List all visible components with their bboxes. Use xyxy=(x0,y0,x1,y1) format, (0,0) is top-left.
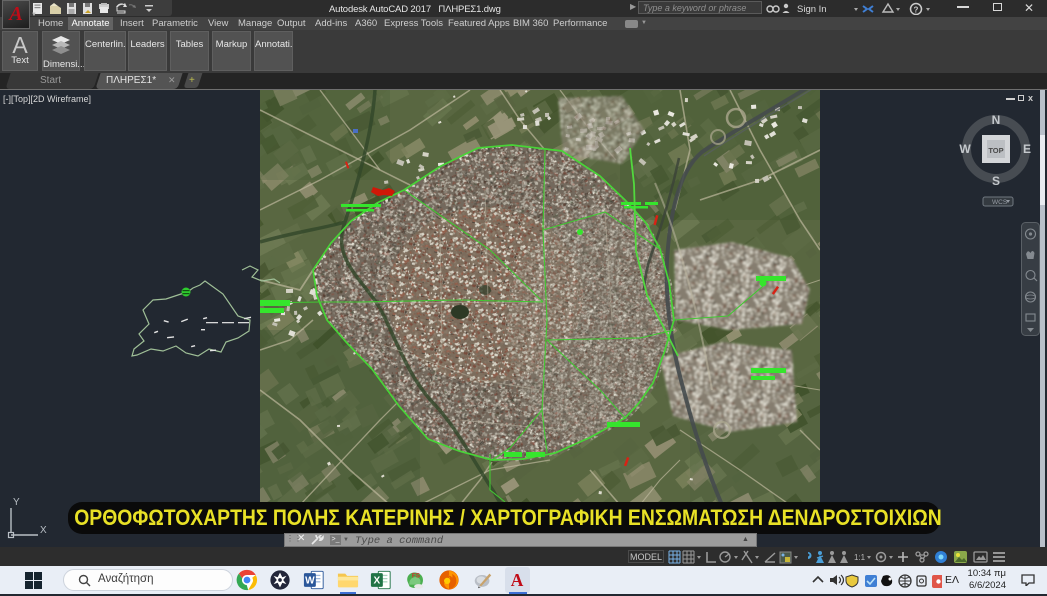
svg-text:Sign In: Sign In xyxy=(797,4,827,15)
svg-text:W: W xyxy=(959,142,971,156)
svg-text:?: ? xyxy=(914,6,919,15)
svg-text:WCS: WCS xyxy=(992,199,1008,206)
svg-text:TOP: TOP xyxy=(988,146,1003,155)
svg-text:N: N xyxy=(992,113,1001,127)
svg-text:S: S xyxy=(992,174,1000,188)
svg-text:E: E xyxy=(1023,142,1031,156)
svg-text:W: W xyxy=(305,576,315,587)
svg-text:A: A xyxy=(511,570,524,590)
svg-text:1:1: 1:1 xyxy=(854,553,866,562)
svg-text:FS: FS xyxy=(412,572,421,579)
svg-text:X: X xyxy=(374,576,381,587)
